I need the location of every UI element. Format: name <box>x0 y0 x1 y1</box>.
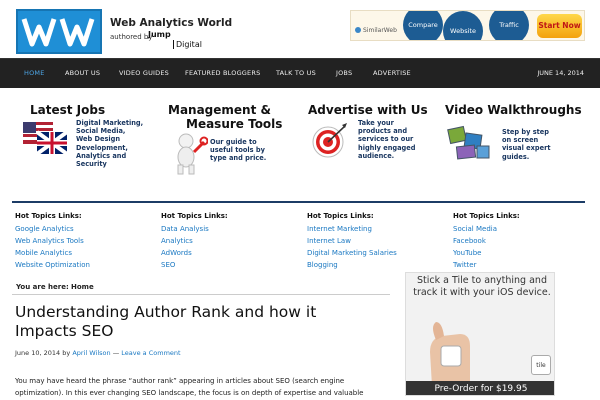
banner-website: Website <box>443 11 483 40</box>
hot-link[interactable]: Mobile Analytics <box>15 247 155 259</box>
breadcrumb-divider <box>12 294 390 295</box>
site-header: Web Analytics World authored by Jump Dig… <box>0 0 600 58</box>
nav-talk-to-us[interactable]: TALK TO US <box>276 69 316 77</box>
post-by: by <box>62 349 71 357</box>
tile-logo: tile <box>531 355 551 375</box>
post-title[interactable]: Understanding Author Rank and how it Imp… <box>15 303 375 341</box>
banner-compare: Compare <box>403 11 443 40</box>
site-logo[interactable] <box>16 9 102 54</box>
nav-home[interactable]: HOME <box>24 69 45 77</box>
hot-link[interactable]: Website Optimization <box>15 259 155 271</box>
nav-featured-bloggers[interactable]: FEATURED BLOGGERS <box>185 69 260 77</box>
leave-comment-link[interactable]: Leave a Comment <box>121 349 180 357</box>
hot-topics-col-2: Hot Topics Links: Data Analysis Analytic… <box>161 212 301 271</box>
hand-holding-tile-icon <box>430 322 470 386</box>
hot-link[interactable]: YouTube <box>453 247 593 259</box>
post-excerpt: You may have heard the phrase “author ra… <box>15 377 364 397</box>
post-meta: June 10, 2014 by April Wilson — Leave a … <box>15 349 181 357</box>
hot-link[interactable]: Internet Law <box>307 235 447 247</box>
hot-link[interactable]: Facebook <box>453 235 593 247</box>
promo-desc: Take your products and services to our high… <box>358 119 416 160</box>
hot-topics-heading: Hot Topics Links: <box>307 212 374 220</box>
hot-topics-heading: Hot Topics Links: <box>161 212 228 220</box>
hot-topics-heading: Hot Topics Links: <box>15 212 82 220</box>
hot-topics-col-1: Hot Topics Links: Google Analytics Web A… <box>15 212 155 271</box>
authored-by-label: authored by <box>110 33 153 41</box>
flags-icon <box>23 122 69 156</box>
similarweb-logo: SimilarWeb <box>355 27 397 34</box>
current-date: JUNE 14, 2014 <box>537 69 584 77</box>
promo-title: Latest Jobs <box>30 103 106 117</box>
film-puzzle-icon <box>447 125 490 160</box>
post-date: June 10, 2014 <box>15 349 61 357</box>
tile-sidebar-ad[interactable]: Stick a Tile to anything and track it wi… <box>405 272 555 396</box>
promo-desc: Digital Marketing, Social Media, Web Desig… <box>76 119 144 169</box>
nav-about-us[interactable]: ABOUT US <box>65 69 100 77</box>
hot-link[interactable]: Twitter <box>453 259 593 271</box>
promo-desc: Our guide to useful tools by type and pric… <box>210 138 267 163</box>
hot-link[interactable]: Google Analytics <box>15 223 155 235</box>
hot-link[interactable]: Data Analysis <box>161 223 301 235</box>
promo-advertise[interactable]: Advertise with Us Take your products and s… <box>304 98 444 188</box>
nav-advertise[interactable]: ADVERTISE <box>373 69 411 77</box>
hot-link[interactable]: Digital Marketing Salaries <box>307 247 447 259</box>
logo-ww-icon <box>21 18 95 47</box>
hot-link[interactable]: Web Analytics Tools <box>15 235 155 247</box>
post-author-link[interactable]: April Wilson <box>72 349 110 357</box>
promo-management-tools[interactable]: Management & Measure Tools Our guide to u… <box>162 98 302 188</box>
promo-title: Advertise with Us <box>308 103 428 117</box>
hot-topics-col-3: Hot Topics Links: Internet Marketing Int… <box>307 212 447 271</box>
nav-video-guides[interactable]: VIDEO GUIDES <box>119 69 169 77</box>
banner-traffic: Traffic <box>489 11 529 40</box>
jump-logo-text: Jump <box>148 30 171 39</box>
hot-link[interactable]: Social Media <box>453 223 593 235</box>
hot-link[interactable]: SEO <box>161 259 301 271</box>
main-nav: HOME ABOUT US VIDEO GUIDES FEATURED BLOG… <box>0 58 600 88</box>
similarweb-banner-ad[interactable]: SimilarWeb Compare Website Traffic Start… <box>350 10 585 41</box>
promo-desc: Step by step on screen visual expert guides… <box>502 128 551 161</box>
breadcrumb-prefix: You are here: <box>16 283 69 291</box>
ad-preorder-cta[interactable]: Pre-Order for $19.95 <box>406 381 554 395</box>
nav-jobs[interactable]: JOBS <box>336 69 352 77</box>
hot-topics-col-4: Hot Topics Links: Social Media Facebook … <box>453 212 593 271</box>
digital-logo-text: Digital <box>173 40 202 49</box>
promo-title: Video Walkthroughs <box>445 103 582 117</box>
promo-video-walkthroughs[interactable]: Video Walkthroughs Step by step on screen… <box>445 98 585 188</box>
hot-link[interactable]: Analytics <box>161 235 301 247</box>
hot-link[interactable]: AdWords <box>161 247 301 259</box>
wrench-figure-icon <box>177 133 208 175</box>
banner-start-now-button[interactable]: Start Now <box>537 14 582 38</box>
promo-title-line1: Management & <box>168 103 271 117</box>
breadcrumb: You are here: Home <box>16 283 94 291</box>
site-name[interactable]: Web Analytics World <box>110 17 232 29</box>
promo-title-line2: Measure Tools <box>186 117 283 131</box>
hot-link[interactable]: Blogging <box>307 259 447 271</box>
ad-headline: Stick a Tile to anything and track it wi… <box>413 275 551 298</box>
breadcrumb-current[interactable]: Home <box>71 283 94 291</box>
target-icon <box>312 123 347 158</box>
section-divider <box>12 201 585 203</box>
meta-separator: — <box>112 349 120 357</box>
hot-topics-heading: Hot Topics Links: <box>453 212 520 220</box>
hot-link[interactable]: Internet Marketing <box>307 223 447 235</box>
promo-latest-jobs[interactable]: Latest Jobs Digital Marketing, Social Med… <box>20 98 160 188</box>
